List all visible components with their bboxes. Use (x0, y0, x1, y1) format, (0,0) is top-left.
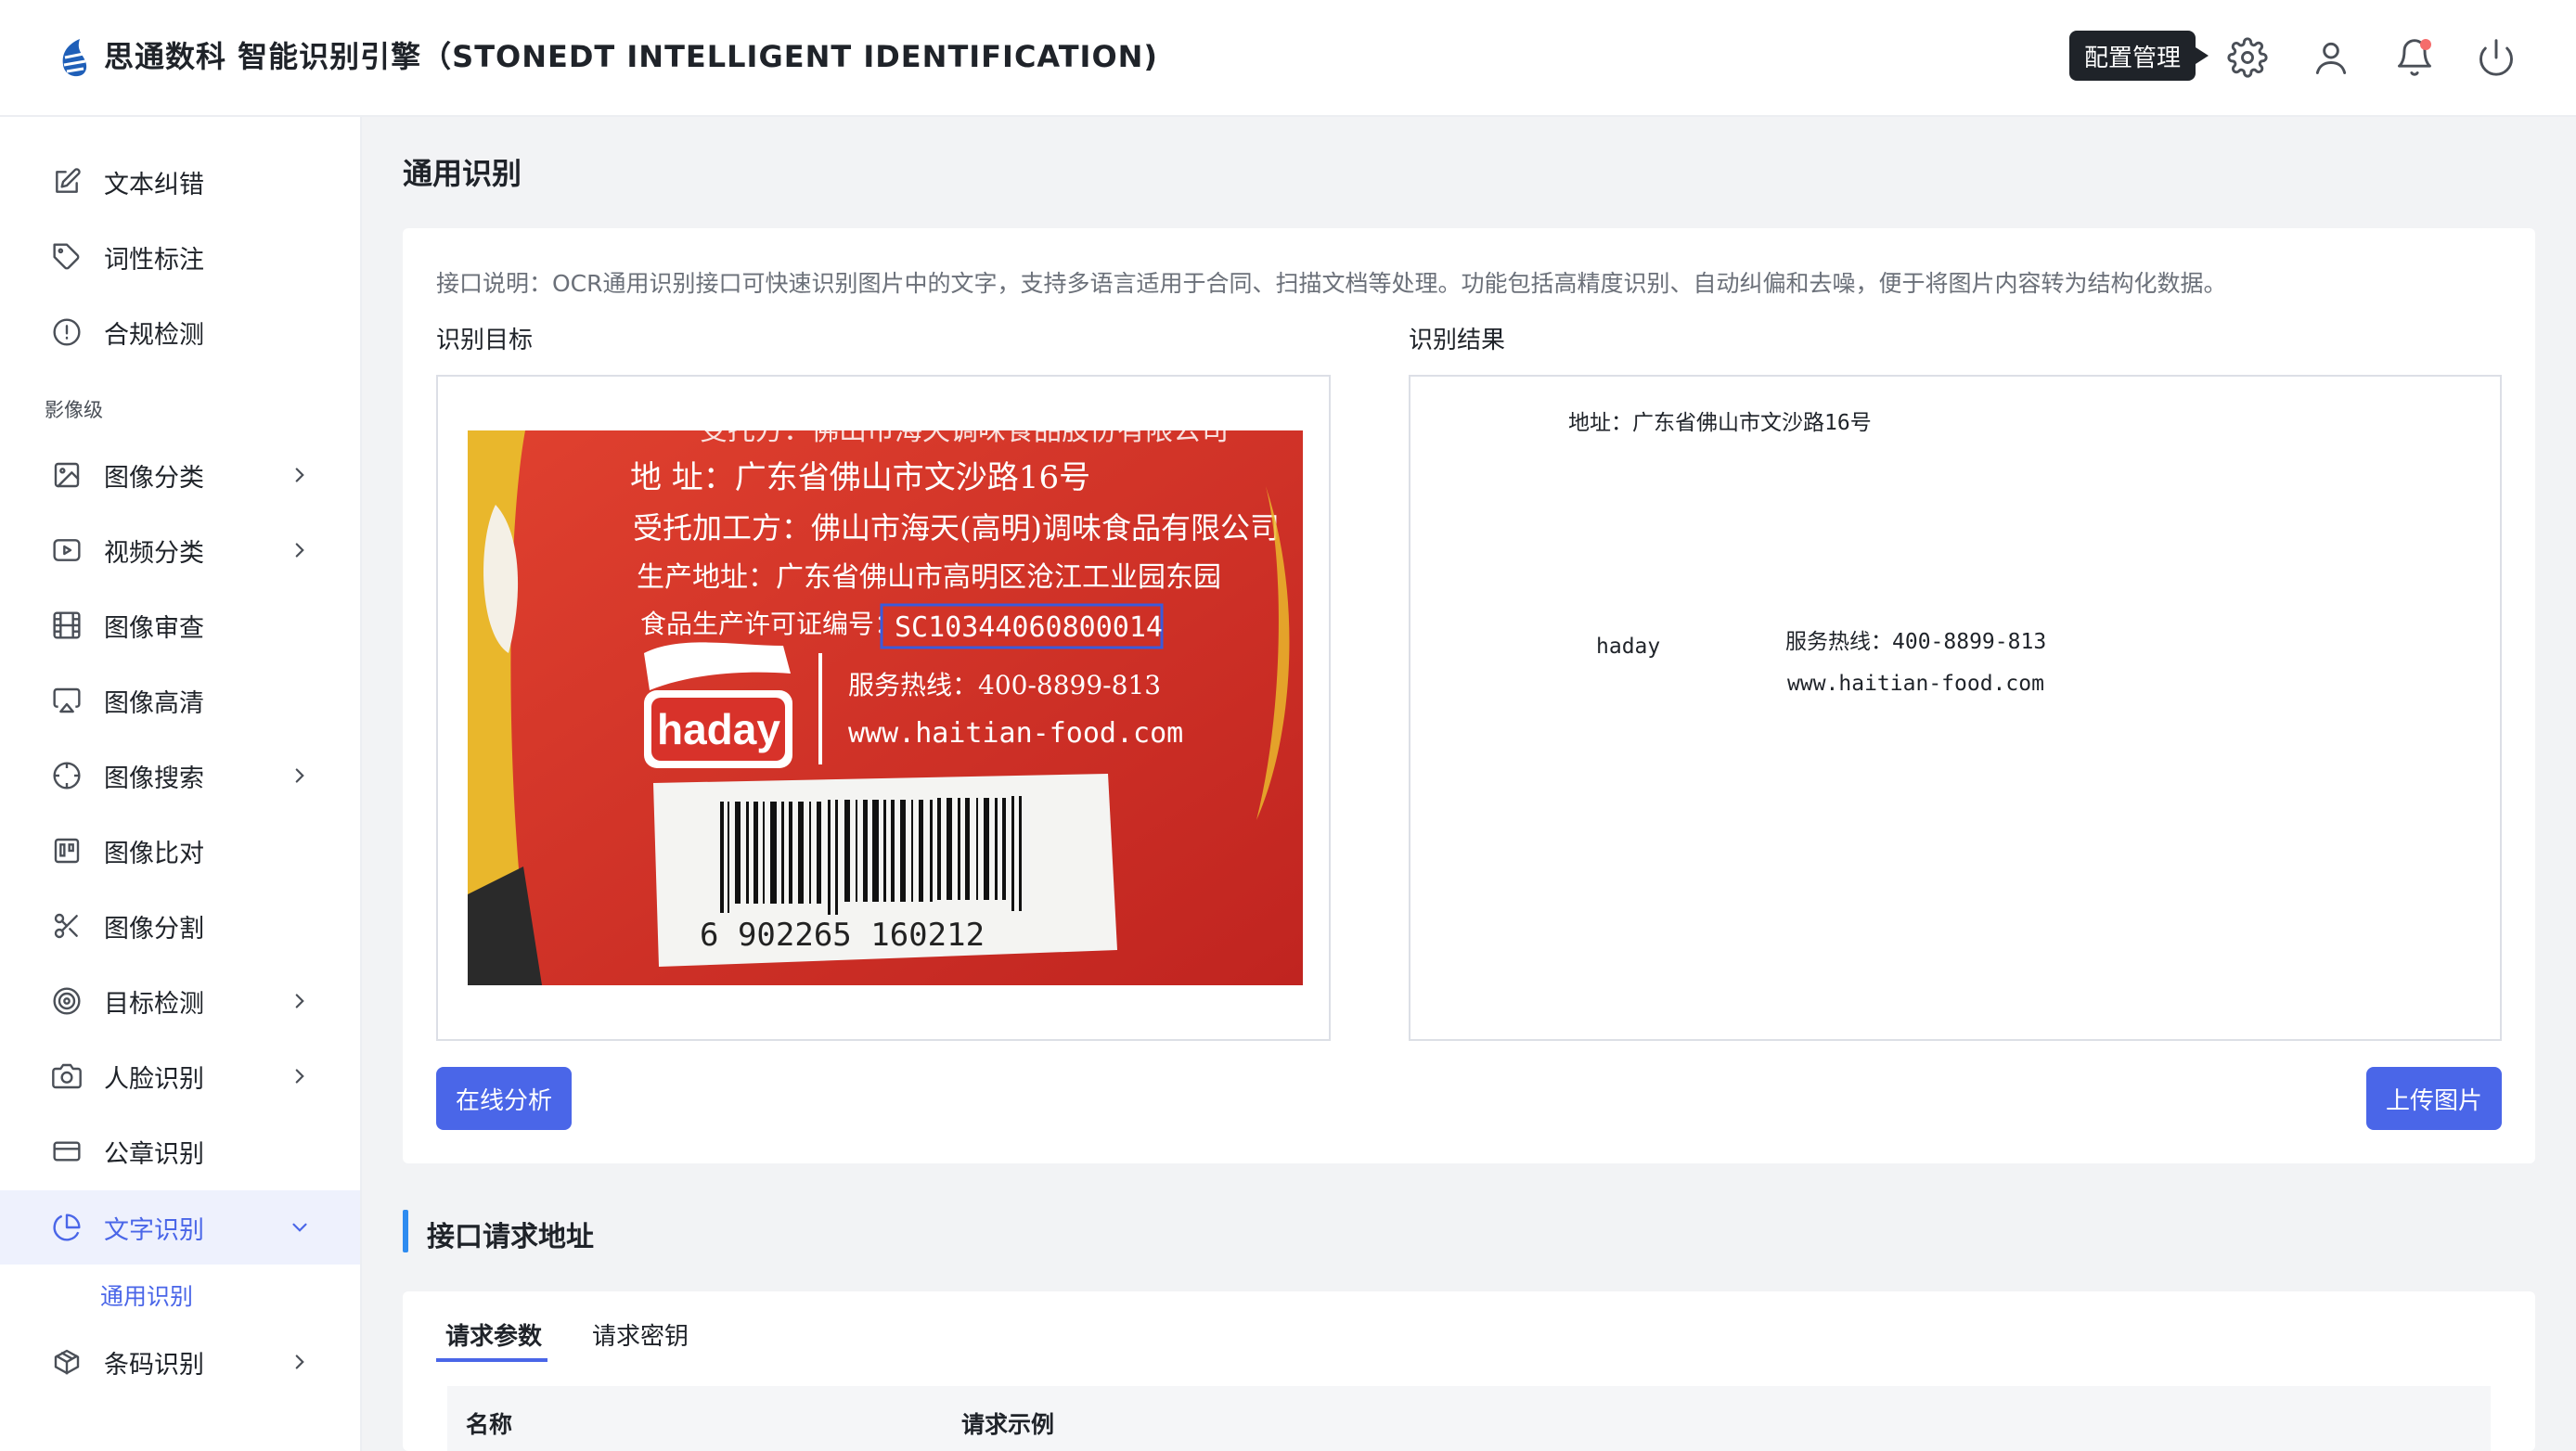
camera-icon (52, 1061, 82, 1091)
ocr-card: 接口说明：OCR通用识别接口可快速识别图片中的文字，支持多语言适用于合同、扫描文… (403, 228, 2535, 1163)
crosshair-icon (52, 761, 82, 790)
sidebar-item-label: 文字识别 (104, 1215, 204, 1245)
column-header-example: 请求示例 (961, 1411, 1055, 1438)
scissors-icon (52, 911, 82, 941)
target-label: 识别目标 (436, 327, 534, 354)
tag-icon (52, 242, 82, 272)
sidebar-item-label: 图像搜索 (104, 764, 204, 793)
sidebar-item-label: 图像分类 (104, 463, 204, 493)
sidebar-item-pos-tagging[interactable]: 词性标注 (0, 220, 360, 294)
sidebar-item-image-review[interactable]: 图像审查 (0, 588, 360, 662)
barcode-number: 6 902265 160212 (700, 917, 985, 954)
sidebar-item-text-correction[interactable]: 文本纠错 (0, 145, 360, 219)
target-icon (52, 986, 82, 1016)
photo-brand-text: haday (657, 705, 780, 753)
photo-text-line: 食品生产许可证编号： (640, 609, 900, 639)
config-tooltip: 配置管理 (2069, 31, 2209, 81)
image-icon (52, 460, 82, 490)
sidebar: 文本纠错 词性标注 合规检测 影像级 图像分类 视频分类 图像审查 图像高清 图… (0, 117, 362, 1451)
sidebar-item-image-hd[interactable]: 图像高清 (0, 663, 360, 738)
video-icon (52, 535, 82, 565)
online-analyze-button[interactable]: 在线分析 (436, 1067, 572, 1130)
sidebar-item-video-classification[interactable]: 视频分类 (0, 513, 360, 587)
box-icon (52, 1347, 82, 1377)
edit-icon (52, 167, 82, 197)
sidebar-subitem-general-ocr[interactable]: 通用识别 (100, 1278, 193, 1312)
section-title: 接口请求地址 (427, 1221, 594, 1253)
compare-icon (52, 836, 82, 866)
api-request-card: 请求参数 请求密钥 名称 请求示例 (403, 1291, 2535, 1451)
sidebar-item-label: 人脸识别 (104, 1064, 204, 1094)
ocr-result-website: www.haitian-food.com (1787, 672, 2044, 696)
params-table-header: 名称 请求示例 (447, 1386, 2491, 1451)
sidebar-item-face-recognition[interactable]: 人脸识别 (0, 1039, 360, 1113)
photo-text-line: www.haitian-food.com (848, 717, 1183, 750)
ocr-result-panel: 地址：广东省佛山市文沙路16号 haday 服务热线：400-8899-813 … (1409, 375, 2502, 1041)
sidebar-item-text-recognition[interactable]: 文字识别 (0, 1190, 360, 1265)
ocr-result-hotline: 服务热线：400-8899-813 (1785, 630, 2047, 654)
sidebar-item-compliance[interactable]: 合规检测 (0, 295, 360, 369)
sidebar-item-seal-recognition[interactable]: 公章识别 (0, 1114, 360, 1188)
sidebar-item-label: 文本纠错 (104, 170, 204, 199)
notification-dot (2420, 39, 2431, 50)
photo-text-line: SC10344060800014 (895, 611, 1163, 644)
pie-chart-icon (52, 1213, 82, 1242)
page-title: 通用识别 (403, 156, 522, 191)
sidebar-item-label: 视频分类 (104, 538, 204, 568)
airplay-icon (52, 686, 82, 715)
section-accent-bar (403, 1210, 408, 1252)
sidebar-item-image-classification[interactable]: 图像分类 (0, 438, 360, 512)
sidebar-item-label: 词性标注 (104, 245, 204, 275)
ocr-result-address: 地址：广东省佛山市文沙路16号 (1568, 411, 1872, 435)
sidebar-item-label: 图像审查 (104, 613, 204, 643)
photo-text-line: 受托加工方：佛山市海天(高明)调味食品有限公司 (633, 510, 1280, 546)
card-icon (52, 1136, 82, 1166)
upload-image-button[interactable]: 上传图片 (2366, 1067, 2502, 1130)
sidebar-item-image-segmentation[interactable]: 图像分割 (0, 889, 360, 963)
sidebar-item-label: 图像高清 (104, 688, 204, 718)
chevron-right-icon (288, 989, 312, 1013)
photo-text-line: 受托方：佛山市海天调味食品股份有限公司 (700, 430, 1229, 447)
chevron-right-icon (288, 463, 312, 487)
tab-request-params[interactable]: 请求参数 (445, 1317, 542, 1352)
photo-text-line: 地 址：广东省佛山市文沙路16号 (630, 459, 1090, 496)
chevron-right-icon (288, 1350, 312, 1374)
sidebar-item-label: 目标检测 (104, 989, 204, 1019)
result-label: 识别结果 (1409, 327, 1506, 354)
sidebar-item-image-search[interactable]: 图像搜索 (0, 738, 360, 813)
api-description: 接口说明：OCR通用识别接口可快速识别图片中的文字，支持多语言适用于合同、扫描文… (436, 270, 2227, 297)
chevron-right-icon (288, 764, 312, 788)
photo-text-line: 生产地址：广东省佛山市高明区沧江工业园东园 (637, 561, 1221, 594)
sidebar-section-label: 影像级 (45, 399, 103, 421)
app-title: 思通数科 智能识别引擎（STONEDT INTELLIGENT IDENTIFI… (104, 39, 1159, 74)
sidebar-item-barcode-recognition[interactable]: 条码识别 (0, 1325, 360, 1399)
film-icon (52, 610, 82, 640)
sidebar-item-label: 公章识别 (104, 1139, 204, 1169)
user-icon[interactable] (2311, 37, 2351, 78)
sidebar-item-object-detection[interactable]: 目标检测 (0, 964, 360, 1038)
sidebar-item-label: 条码识别 (104, 1350, 204, 1380)
active-tab-underline (436, 1358, 547, 1362)
ocr-result-brand: haday (1596, 635, 1661, 659)
top-header: 思通数科 智能识别引擎（STONEDT INTELLIGENT IDENTIFI… (0, 0, 2576, 117)
bell-icon[interactable] (2394, 37, 2435, 78)
logo-icon (62, 39, 87, 77)
column-header-name: 名称 (466, 1411, 513, 1438)
alert-circle-icon (52, 317, 82, 347)
target-image-panel: 受托方：佛山市海天调味食品股份有限公司 地 址：广东省佛山市文沙路16号 受托加… (436, 375, 1331, 1041)
tab-request-key[interactable]: 请求密钥 (592, 1317, 689, 1352)
chevron-down-icon (288, 1215, 312, 1239)
power-icon[interactable] (2476, 37, 2517, 78)
gear-icon[interactable] (2227, 37, 2268, 78)
photo-text-line: 服务热线：400-8899-813 (848, 670, 1161, 700)
sidebar-item-image-compare[interactable]: 图像比对 (0, 814, 360, 888)
chevron-right-icon (288, 538, 312, 562)
sidebar-item-label: 图像分割 (104, 914, 204, 944)
sidebar-item-label: 图像比对 (104, 839, 204, 868)
product-label-photo: 受托方：佛山市海天调味食品股份有限公司 地 址：广东省佛山市文沙路16号 受托加… (468, 430, 1303, 985)
chevron-right-icon (288, 1064, 312, 1088)
sidebar-item-label: 合规检测 (104, 320, 204, 350)
